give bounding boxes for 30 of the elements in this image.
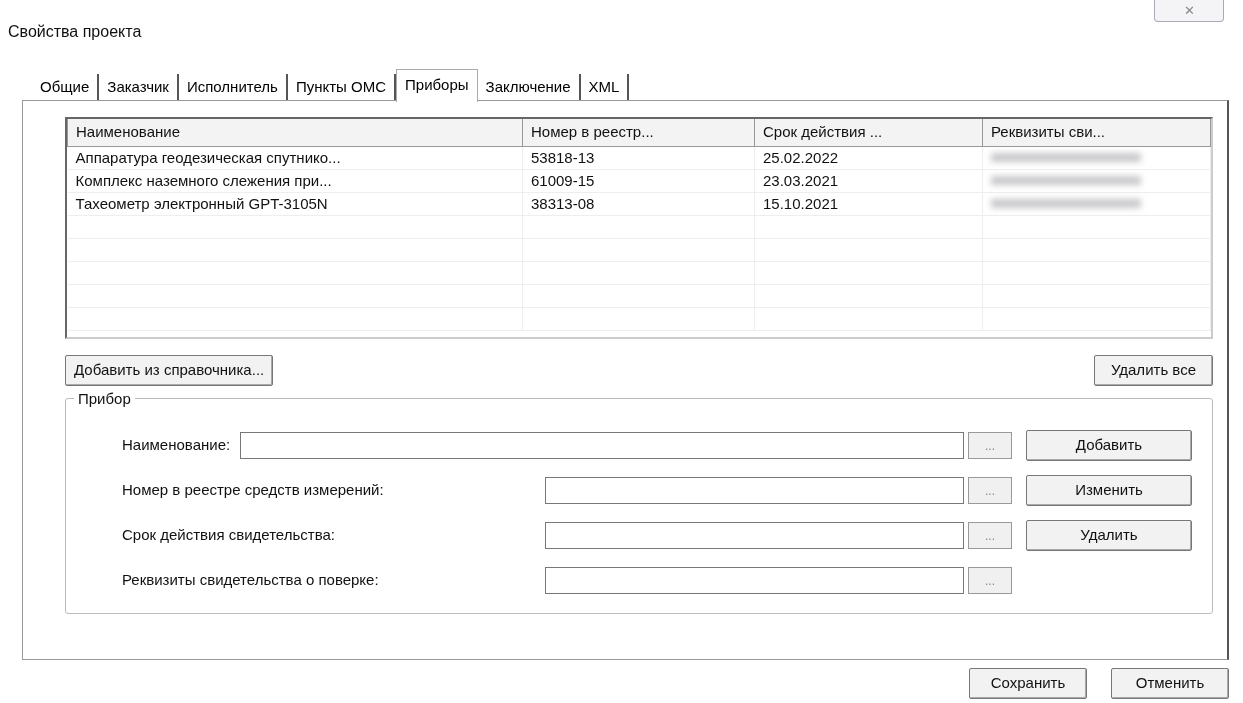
window-title: Свойства проекта	[8, 22, 142, 42]
field-label: Срок действия свидетельства:	[122, 525, 336, 546]
add-from-catalog-button[interactable]: Добавить из справочника...	[65, 355, 274, 386]
column-header[interactable]: Реквизиты сви...	[982, 119, 1211, 146]
table-cell: 23.03.2021	[754, 169, 983, 192]
table-cell: 53818-13	[522, 146, 755, 169]
field-label: Реквизиты свидетельства о поверке:	[122, 570, 380, 591]
action-button[interactable]: Удалить	[1026, 520, 1192, 551]
table-cell: 15.10.2021	[754, 192, 983, 215]
input-field[interactable]	[545, 477, 964, 504]
table-cell: Комплекс наземного слежения при...	[67, 169, 523, 192]
delete-all-button[interactable]: Удалить все	[1093, 355, 1213, 386]
column-header[interactable]: Номер в реестр...	[522, 119, 755, 146]
input-field[interactable]	[545, 567, 964, 594]
input-field[interactable]	[545, 522, 964, 549]
table-cell: 61009-15	[522, 169, 755, 192]
action-button[interactable]: Добавить	[1026, 430, 1192, 461]
field-label: Номер в реестре средств измерений:	[122, 480, 385, 501]
column-header[interactable]: Наименование	[67, 119, 523, 146]
tab[interactable]: Приборы	[396, 69, 478, 102]
table-cell: 38313-08	[522, 192, 755, 215]
column-header[interactable]: Срок действия ...	[754, 119, 983, 146]
dialog-button[interactable]: Сохранить	[969, 668, 1087, 699]
action-button[interactable]: Изменить	[1026, 475, 1192, 506]
table-cell: 25.02.2022	[754, 146, 983, 169]
input-field[interactable]	[240, 432, 964, 459]
table-cell: Тахеометр электронный GPT-3105N	[67, 192, 523, 215]
dialog-button[interactable]: Отменить	[1111, 668, 1229, 699]
field-label: Наименование:	[122, 435, 231, 456]
table-cell: Аппаратура геодезическая спутнико...	[67, 146, 523, 169]
